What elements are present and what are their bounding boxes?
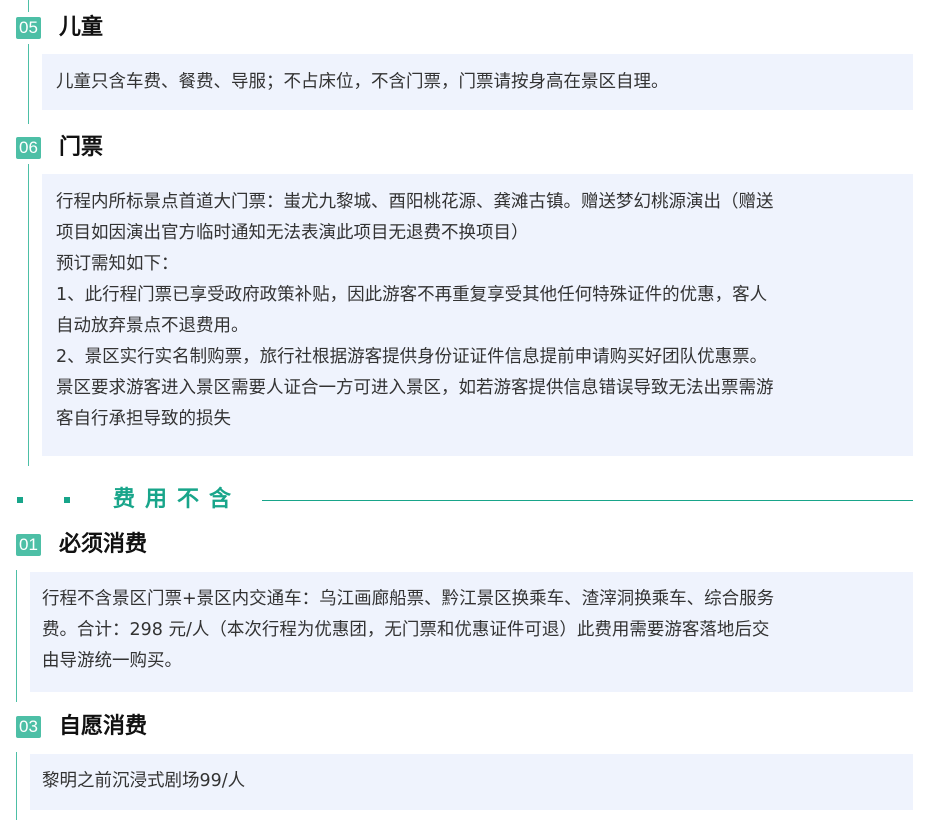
tickets-info-line: 1、此行程门票已享受政府政策补贴，因此游客不再重复享受其他任何特殊证件的优惠，客…	[56, 285, 768, 305]
required-fees-line: 费。合计：298 元/人（本次行程为优惠团，无门票和优惠证件可退）此费用需要游客…	[42, 620, 770, 640]
heading-divider	[262, 500, 913, 501]
fees-excluded-heading: 费用不含	[113, 487, 242, 512]
section-title-tickets: 门票	[59, 135, 104, 160]
section-number-badge: 01	[16, 534, 41, 556]
tickets-info-line: 项目如因演出官方临时通知无法表演此项目无退费不换项目）	[56, 223, 529, 243]
optional-fees-box: 黎明之前沉浸式剧场99/人	[30, 754, 913, 810]
required-fees-line: 由导游统一购买。	[42, 651, 182, 671]
children-info-box: 儿童只含车费、餐费、导服；不占床位，不含门票，门票请按身高在景区自理。	[42, 54, 913, 110]
section-title-optional-fees: 自愿消费	[59, 714, 148, 739]
required-fees-line: 行程不含景区门票+景区内交通车：乌江画廊船票、黔江景区换乘车、渣滓洞换乘车、综合…	[42, 589, 775, 609]
section-guide-line	[16, 570, 17, 702]
section-guide-line	[28, 0, 29, 12]
section-guide-line	[28, 44, 29, 124]
tickets-info-line: 景区要求游客进入景区需要人证合一方可进入景区，如若游客提供信息错误导致无法出票需…	[56, 378, 774, 398]
section-number-badge: 06	[16, 137, 41, 159]
optional-fees-line: 黎明之前沉浸式剧场99/人	[42, 771, 246, 791]
section-number-badge: 05	[16, 17, 41, 39]
tickets-info-line: 预订需知如下：	[56, 254, 179, 274]
tickets-info-line: 行程内所标景点首道大门票：蚩尤九黎城、酉阳桃花源、龚滩古镇。赠送梦幻桃源演出（赠…	[56, 192, 774, 212]
heading-square-icon	[17, 497, 23, 503]
heading-square-icon	[64, 497, 70, 503]
section-title-children: 儿童	[59, 15, 104, 40]
required-fees-box: 行程不含景区门票+景区内交通车：乌江画廊船票、黔江景区换乘车、渣滓洞换乘车、综合…	[30, 572, 913, 692]
section-guide-line	[28, 164, 29, 466]
section-guide-line	[16, 752, 17, 820]
section-title-required-fees: 必须消费	[59, 532, 148, 557]
tickets-info-box: 行程内所标景点首道大门票：蚩尤九黎城、酉阳桃花源、龚滩古镇。赠送梦幻桃源演出（赠…	[42, 174, 913, 456]
tickets-info-line: 2、景区实行实名制购票，旅行社根据游客提供身份证证件信息提前申请购买好团队优惠票…	[56, 347, 768, 367]
tickets-info-line: 客自行承担导致的损失	[56, 409, 231, 429]
section-number-badge: 03	[16, 716, 41, 738]
children-info-line: 儿童只含车费、餐费、导服；不占床位，不含门票，门票请按身高在景区自理。	[56, 72, 669, 92]
tickets-info-line: 自动放弃景点不退费用。	[56, 316, 249, 336]
